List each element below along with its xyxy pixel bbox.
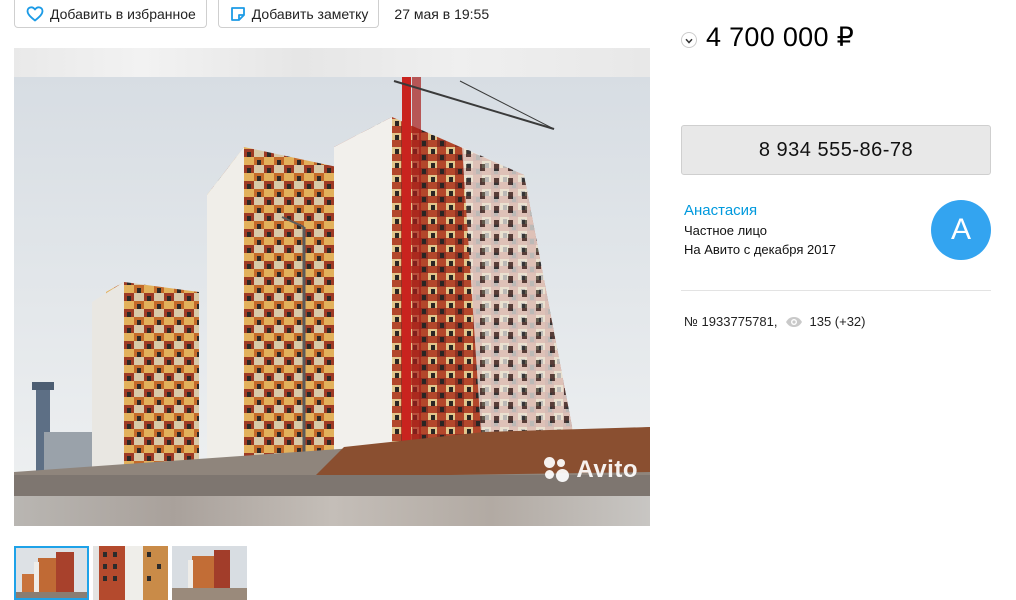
avatar-letter: А xyxy=(950,213,971,246)
main-photo[interactable]: Avito xyxy=(14,77,650,496)
add-note-button[interactable]: Добавить заметку xyxy=(217,0,380,28)
thumbnail[interactable] xyxy=(93,546,168,600)
gallery-blur-top xyxy=(14,48,650,77)
eye-icon xyxy=(785,316,803,328)
thumbnail-strip xyxy=(14,546,247,600)
thumbnail[interactable] xyxy=(172,546,247,600)
listing-number: № 1933775781, xyxy=(684,314,778,329)
price-row: 4 700 000 ₽ xyxy=(681,22,854,53)
show-phone-button[interactable]: 8 934 555-86-78 xyxy=(681,125,991,175)
gallery-blur-bottom xyxy=(14,496,650,526)
seller-type: Частное лицо xyxy=(684,223,767,238)
seller-name-link[interactable]: Анастасия xyxy=(684,202,924,219)
publish-date: 27 мая в 19:55 xyxy=(394,6,490,22)
note-icon xyxy=(230,6,246,22)
avatar[interactable]: А xyxy=(931,200,991,260)
phone-number: 8 934 555-86-78 xyxy=(758,138,914,161)
photo-gallery[interactable]: Avito xyxy=(14,48,650,526)
listing-meta: № 1933775781, 135 (+32) xyxy=(684,314,866,329)
seller-since: На Авито с декабря 2017 xyxy=(684,242,836,257)
seller-info: Анастасия Частное лицо На Авито с декабр… xyxy=(684,202,924,257)
heart-icon xyxy=(26,5,44,22)
divider xyxy=(681,290,991,291)
avito-watermark: Avito xyxy=(544,456,638,484)
thumbnail[interactable] xyxy=(14,546,89,600)
views-count: 135 (+32) xyxy=(809,314,866,329)
avito-watermark-text: Avito xyxy=(576,456,638,483)
add-to-favorites-label: Добавить в избранное xyxy=(50,5,196,22)
price-currency-toggle[interactable] xyxy=(681,31,697,49)
add-to-favorites-button[interactable]: Добавить в избранное xyxy=(14,0,207,28)
action-bar: Добавить в избранное Добавить заметку 27… xyxy=(14,0,489,28)
listing-page: Добавить в избранное Добавить заметку 27… xyxy=(0,0,1016,600)
price: 4 700 000 ₽ xyxy=(706,22,855,52)
avito-logo-icon xyxy=(544,457,570,483)
add-note-label: Добавить заметку xyxy=(251,5,369,22)
chevron-down-icon xyxy=(685,31,693,49)
